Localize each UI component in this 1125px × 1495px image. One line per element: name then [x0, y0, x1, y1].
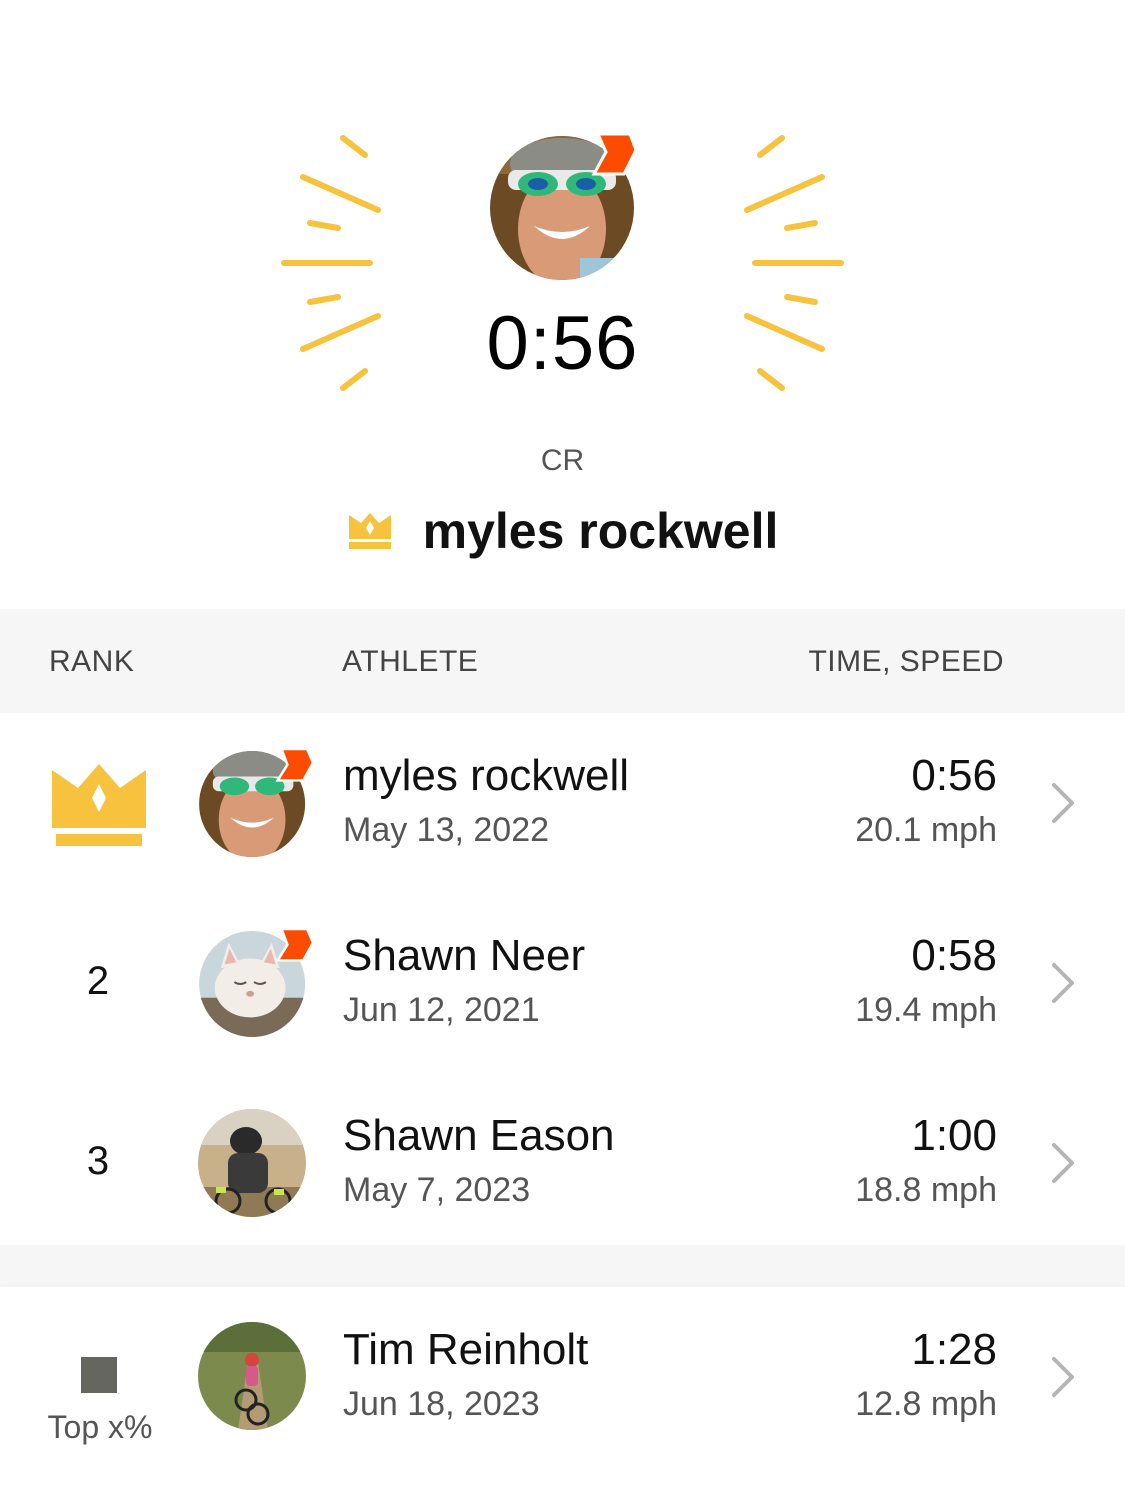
chevron-right-icon[interactable]: [1048, 1141, 1078, 1185]
percentile-label: Top x%: [47, 1409, 153, 1445]
table-row[interactable]: 2 Shawn Neer Jun 12, 2021 0:58 19.4 mph: [0, 893, 1125, 1073]
effort-speed: 18.8 mph: [855, 1171, 997, 1209]
rank-number: 3: [86, 1139, 110, 1183]
your-effort-row[interactable]: Top x% Tim Reinholt Jun 18, 2023 1:28 12…: [0, 1287, 1125, 1465]
time-speed-column-header: TIME, SPEED: [808, 645, 1004, 678]
athlete-column-header: ATHLETE: [342, 645, 479, 678]
cr-holder-avatar[interactable]: [490, 134, 636, 280]
rank-column-header: RANK: [49, 645, 135, 678]
athlete-name: myles rockwell: [343, 751, 630, 800]
avatar[interactable]: [198, 1322, 306, 1430]
chevron-right-icon[interactable]: [1048, 961, 1078, 1005]
crown-icon: [52, 764, 146, 846]
table-row[interactable]: myles rockwell May 13, 2022 0:56 20.1 mp…: [0, 713, 1125, 893]
table-row[interactable]: 3 Shawn Eason May 7, 2023 1:00 18.8 mph: [0, 1073, 1125, 1253]
effort-time: 0:58: [911, 931, 997, 980]
effort-time: 1:28: [911, 1325, 997, 1374]
athlete-name: Shawn Neer: [343, 931, 586, 980]
chevron-right-icon[interactable]: [1048, 781, 1078, 825]
avatar[interactable]: [198, 1109, 306, 1217]
cr-holder-name: myles rockwell: [422, 503, 779, 559]
effort-time: 0:56: [911, 751, 997, 800]
athlete-name: Tim Reinholt: [343, 1325, 589, 1374]
leaderboard-column-header: RANK ATHLETE TIME, SPEED: [0, 609, 1125, 713]
cr-hero: 0:56 CR myles rockwell: [0, 26, 1125, 609]
cr-time: 0:56: [486, 301, 639, 386]
effort-speed: 19.4 mph: [855, 991, 997, 1029]
effort-time: 1:00: [911, 1111, 997, 1160]
percentile-placeholder-icon: [81, 1357, 117, 1393]
cr-holder[interactable]: myles rockwell: [0, 502, 1125, 560]
athlete-name: Shawn Eason: [343, 1111, 615, 1160]
effort-date: May 13, 2022: [343, 811, 550, 849]
effort-date: May 7, 2023: [343, 1171, 531, 1209]
rank-number: 2: [86, 959, 110, 1003]
cr-label: CR: [540, 444, 585, 477]
avatar[interactable]: [198, 929, 318, 1037]
chevron-right-icon[interactable]: [1048, 1355, 1078, 1399]
effort-speed: 12.8 mph: [855, 1385, 997, 1423]
effort-date: Jun 12, 2021: [343, 991, 540, 1029]
bottom-spacer: [0, 1465, 1125, 1495]
avatar[interactable]: [198, 749, 318, 857]
crown-icon: [348, 513, 391, 549]
section-separator: [0, 1245, 1125, 1287]
top-bar: [0, 0, 1125, 26]
effort-date: Jun 18, 2023: [343, 1385, 540, 1423]
effort-speed: 20.1 mph: [855, 811, 997, 849]
